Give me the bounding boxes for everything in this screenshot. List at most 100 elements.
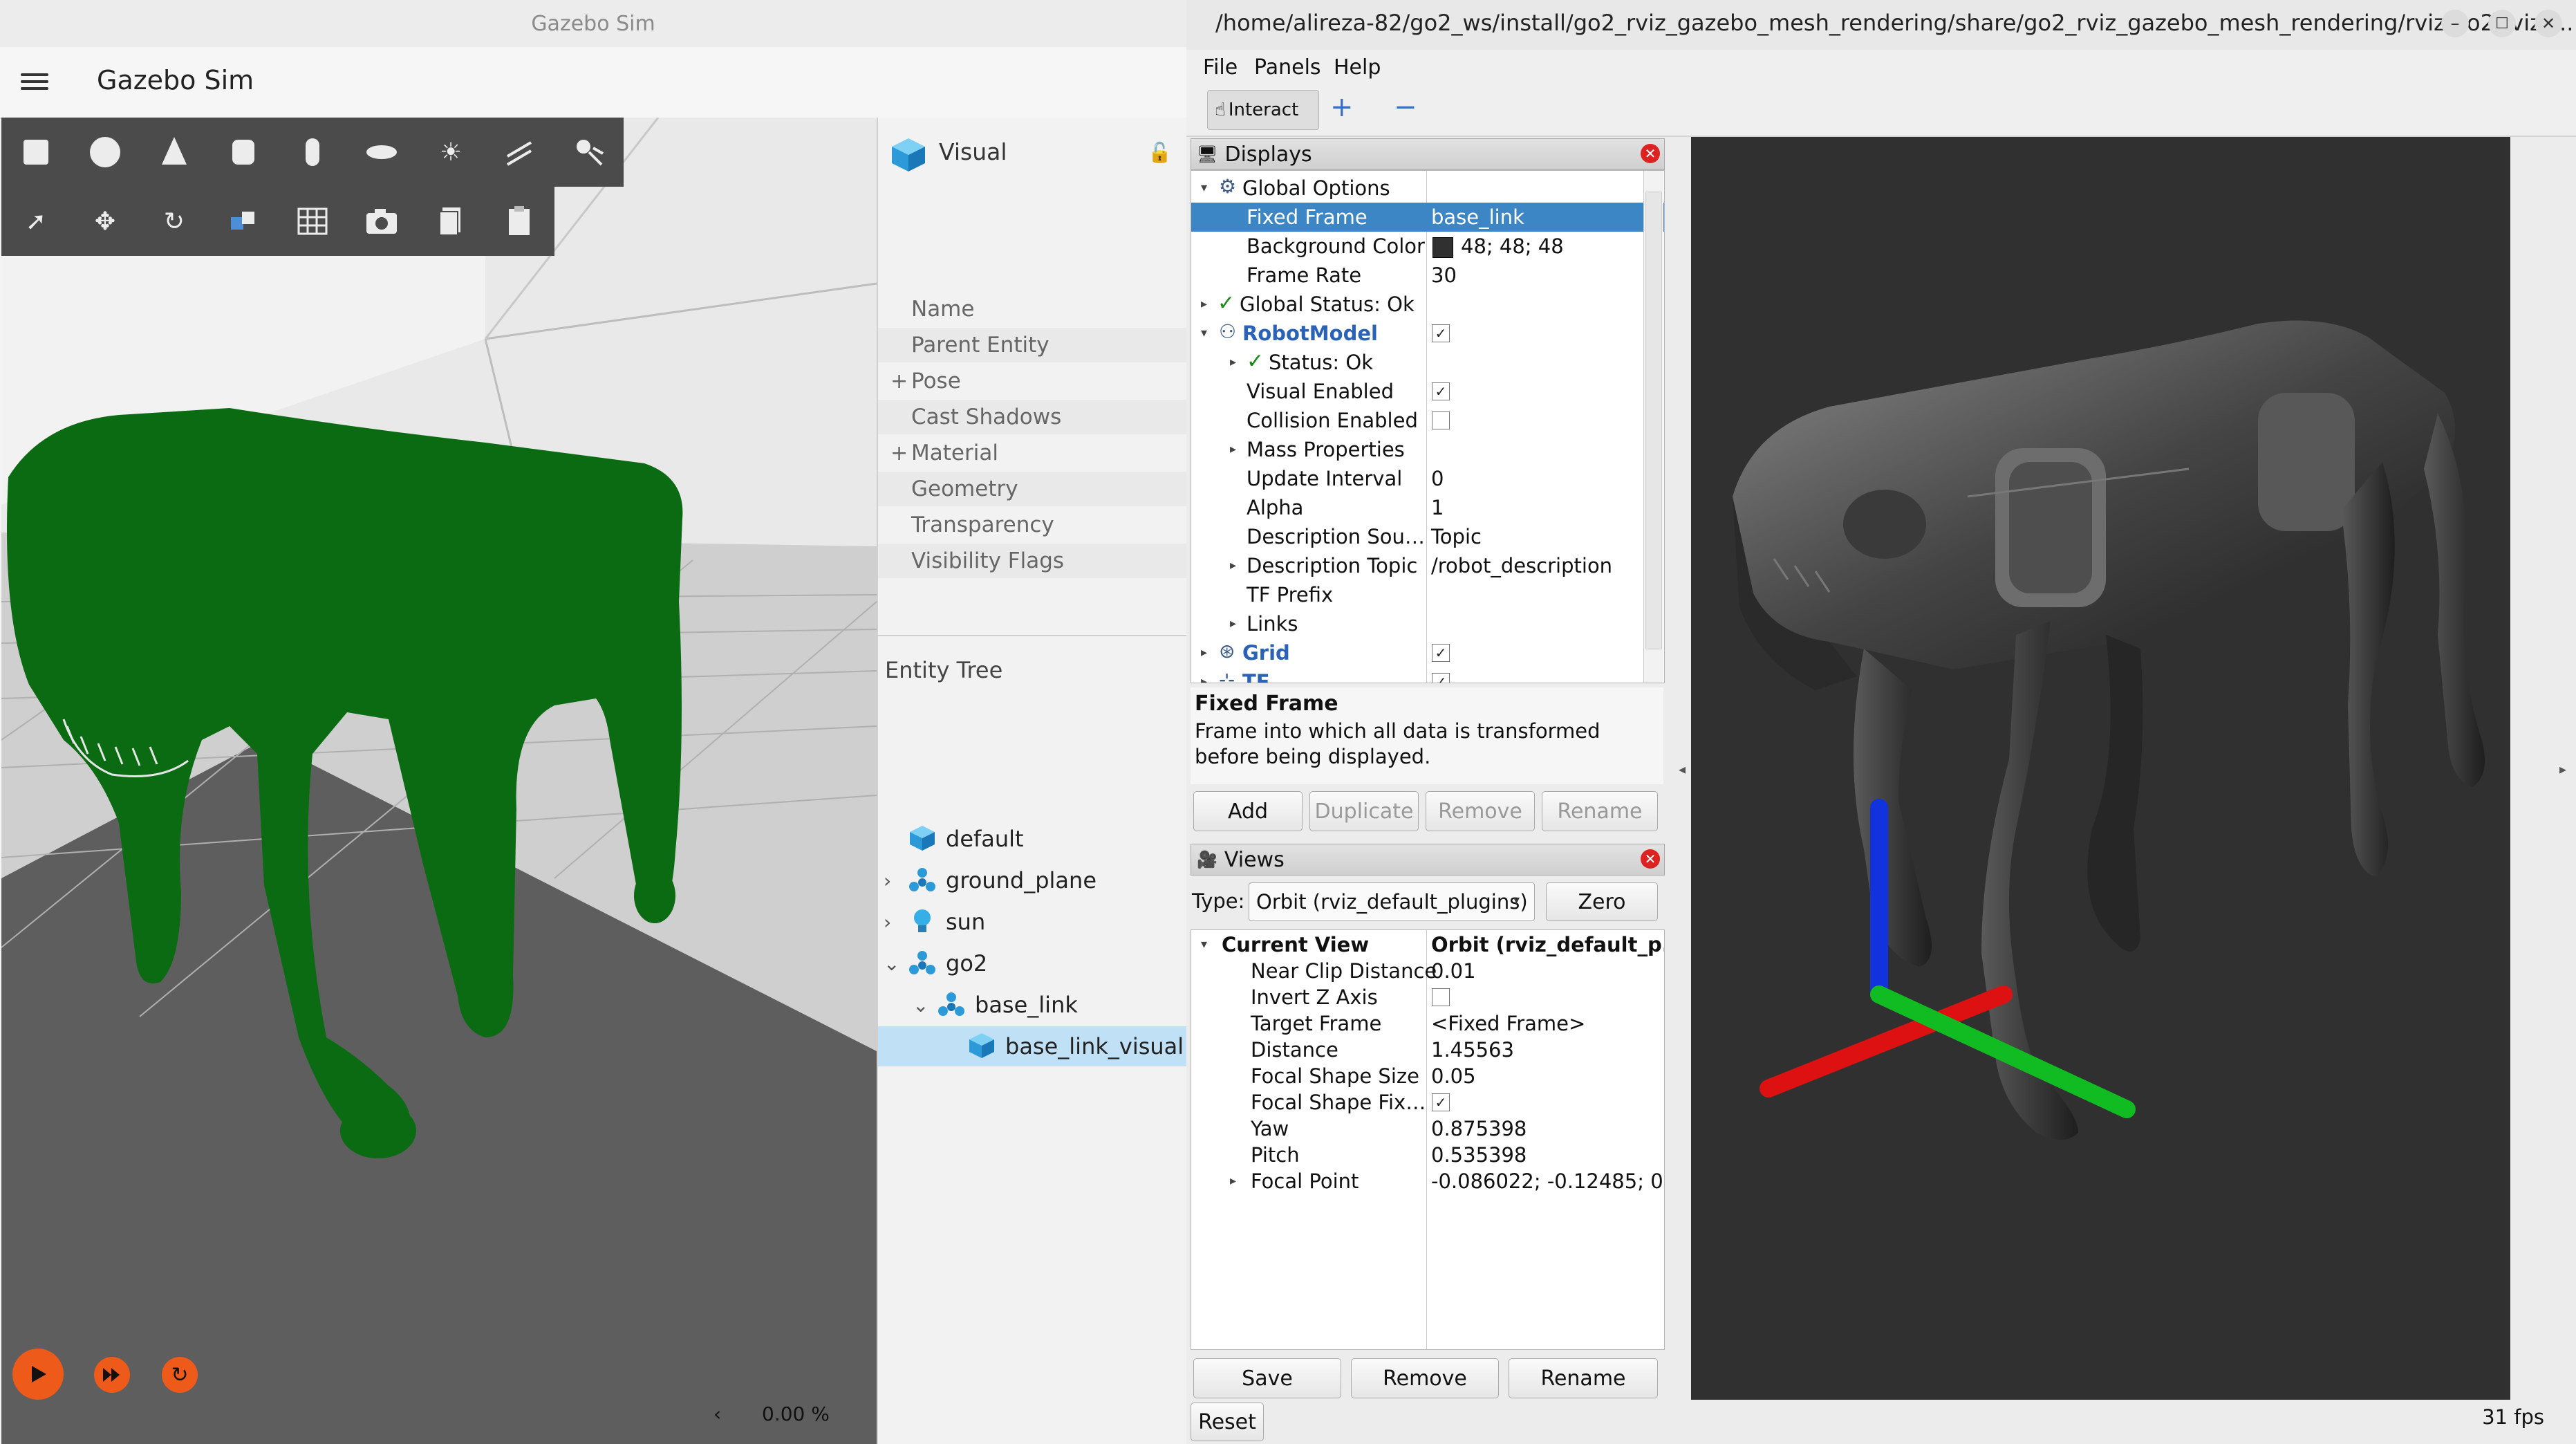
menu-file[interactable]: File	[1203, 55, 1238, 80]
view-property-row[interactable]: ▸ Focal Point -0.086022; -0.12485; 0...	[1191, 1168, 1664, 1194]
component-row[interactable]: Geometry	[878, 472, 1188, 506]
display-property-row[interactable]: ▸ ⊹ TF ✓	[1191, 667, 1664, 683]
select-icon[interactable]: ➚	[15, 201, 57, 242]
component-row[interactable]: Name	[878, 292, 1188, 326]
display-property-row[interactable]: Description Sou… Topic	[1191, 522, 1664, 551]
displays-tree[interactable]: ▾ ⚙ Global Options Fixed Frame base_link Back…	[1191, 170, 1665, 683]
component-row[interactable]: + Material	[878, 436, 1188, 470]
view-property-row[interactable]: Focal Shape Size 0.05	[1191, 1063, 1664, 1089]
color-swatch[interactable]	[1432, 237, 1453, 258]
property-checkbox[interactable]	[1432, 411, 1450, 429]
property-value[interactable]: 0.05	[1431, 1064, 1476, 1088]
duplicate-display-button[interactable]: Duplicate	[1309, 791, 1419, 831]
rtf-chevron[interactable]: ‹	[713, 1403, 721, 1425]
property-value[interactable]: -0.086022; -0.12485; 0...	[1431, 1169, 1664, 1193]
tree-expand-arrow[interactable]: ▾	[1201, 326, 1207, 340]
ellipsoid-icon[interactable]	[361, 131, 402, 173]
tree-expand-arrow[interactable]: ▸	[1201, 645, 1207, 660]
view-property-row[interactable]: ▾ Current View Orbit (rviz_default_p...	[1191, 932, 1664, 958]
remove-display-button[interactable]: Remove	[1426, 791, 1535, 831]
property-value[interactable]: base_link	[1431, 205, 1524, 229]
tree-expand-arrow[interactable]: ▸	[1230, 616, 1236, 631]
view-property-row[interactable]: Distance 1.45563	[1191, 1037, 1664, 1063]
views-tree[interactable]: ▾ Current View Orbit (rviz_default_p... Nea…	[1191, 929, 1665, 1350]
entity-tree-item[interactable]: › ground_plane	[878, 860, 1188, 900]
capsule-icon[interactable]	[292, 131, 333, 173]
scrollbar-thumb[interactable]	[1645, 192, 1662, 649]
hamburger-menu-icon[interactable]	[21, 69, 48, 97]
grid-icon[interactable]	[292, 201, 333, 242]
tree-expand-arrow[interactable]: ▸	[1230, 558, 1236, 573]
directional-light-icon[interactable]	[499, 131, 541, 173]
paste-icon[interactable]	[499, 201, 541, 242]
cylinder-icon[interactable]	[223, 131, 264, 173]
snap-icon[interactable]	[223, 201, 264, 242]
translate-icon[interactable]: ✥	[84, 201, 126, 242]
rotate-icon[interactable]: ↻	[153, 201, 195, 242]
property-value[interactable]: <Fixed Frame>	[1431, 1012, 1585, 1035]
display-property-row[interactable]: ▾ ⚇ RobotModel ✓	[1191, 319, 1664, 348]
view-property-row[interactable]: Near Clip Distance 0.01	[1191, 958, 1664, 984]
property-value[interactable]: 1	[1431, 496, 1444, 519]
rename-display-button[interactable]: Rename	[1542, 791, 1658, 831]
view-property-row[interactable]: Target Frame <Fixed Frame>	[1191, 1010, 1664, 1037]
display-property-row[interactable]: ▸ ✓ Status: Ok	[1191, 348, 1664, 377]
menu-help[interactable]: Help	[1334, 55, 1381, 80]
rviz-3d-view[interactable]	[1691, 137, 2510, 1400]
property-checkbox[interactable]: ✓	[1432, 673, 1450, 683]
property-value[interactable]: 1.45563	[1431, 1038, 1514, 1062]
minimize-button[interactable]: –	[2441, 10, 2469, 37]
gazebo-3d-scene[interactable]: ☀ ➚ ✥ ↻ ↻ ‹ 0.00 %	[1, 118, 877, 1444]
display-property-row[interactable]: ▸ ✓ Global Status: Ok	[1191, 290, 1664, 319]
zero-view-button[interactable]: Zero	[1546, 882, 1658, 921]
display-property-row[interactable]: Visual Enabled ✓	[1191, 377, 1664, 406]
tree-expand-arrow[interactable]: ⌄	[884, 952, 899, 975]
component-row[interactable]: Parent Entity	[878, 328, 1188, 362]
component-row[interactable]: Cast Shadows	[878, 400, 1188, 434]
property-checkbox[interactable]: ✓	[1432, 1093, 1450, 1111]
tree-expand-arrow[interactable]: ▾	[1201, 180, 1207, 195]
maximize-button[interactable]: ☐	[2488, 10, 2516, 37]
property-value[interactable]: 30	[1431, 263, 1457, 287]
cone-icon[interactable]	[153, 131, 195, 173]
display-property-row[interactable]: ▸ Mass Properties	[1191, 435, 1664, 464]
play-button[interactable]	[12, 1349, 64, 1400]
close-window-button[interactable]: ✕	[2535, 10, 2562, 37]
close-views-icon[interactable]: ✕	[1641, 849, 1660, 869]
tree-expand-arrow[interactable]: ▸	[1201, 674, 1207, 683]
property-value[interactable]: 0.875398	[1431, 1117, 1527, 1140]
spot-light-icon[interactable]	[568, 131, 610, 173]
interact-tool-button[interactable]: ☝ Interact	[1207, 90, 1319, 130]
property-value[interactable]: Orbit (rviz_default_p...	[1431, 933, 1664, 956]
displays-scrollbar[interactable]	[1643, 171, 1663, 683]
display-property-row[interactable]: Background Color 48; 48; 48	[1191, 232, 1664, 261]
tree-expand-arrow[interactable]: ▸	[1201, 297, 1207, 311]
display-property-row[interactable]: Update Interval 0	[1191, 464, 1664, 493]
sun-icon[interactable]: ☀	[430, 131, 472, 173]
view-property-row[interactable]: Invert Z Axis	[1191, 984, 1664, 1010]
tree-expand-arrow[interactable]: ▾	[1201, 937, 1207, 952]
reset-button[interactable]: Reset	[1191, 1403, 1264, 1441]
entity-tree-item[interactable]: ⌄ base_link	[878, 985, 1188, 1025]
entity-tree-item[interactable]: › sun	[878, 902, 1188, 942]
view-property-row[interactable]: Focal Shape Fix… ✓	[1191, 1089, 1664, 1116]
remove-tool-icon[interactable]: −	[1394, 91, 1417, 123]
display-property-row[interactable]: Frame Rate 30	[1191, 261, 1664, 290]
sphere-icon[interactable]	[84, 131, 126, 173]
expand-mark[interactable]: +	[890, 369, 908, 394]
property-checkbox[interactable]: ✓	[1432, 324, 1450, 342]
entity-tree-item[interactable]: ⌄ go2	[878, 943, 1188, 983]
entity-tree-item[interactable]: default	[878, 819, 1188, 859]
display-property-row[interactable]: ▸ Links	[1191, 609, 1664, 638]
camera-icon[interactable]	[361, 201, 402, 242]
remove-view-button[interactable]: Remove	[1351, 1358, 1499, 1398]
property-value[interactable]: 0.535398	[1431, 1143, 1527, 1167]
display-property-row[interactable]: ▸ Description Topic/robot_description	[1191, 551, 1664, 580]
tree-expand-arrow[interactable]: ›	[884, 869, 891, 892]
tree-expand-arrow[interactable]: ›	[884, 911, 891, 934]
entity-tree-item[interactable]: base_link_visual	[878, 1026, 1188, 1066]
add-display-button[interactable]: Add	[1193, 791, 1303, 831]
component-row[interactable]: + Pose	[878, 364, 1188, 398]
left-collapse-arrow[interactable]: ◂	[1679, 761, 1686, 777]
add-tool-icon[interactable]: +	[1330, 91, 1354, 123]
